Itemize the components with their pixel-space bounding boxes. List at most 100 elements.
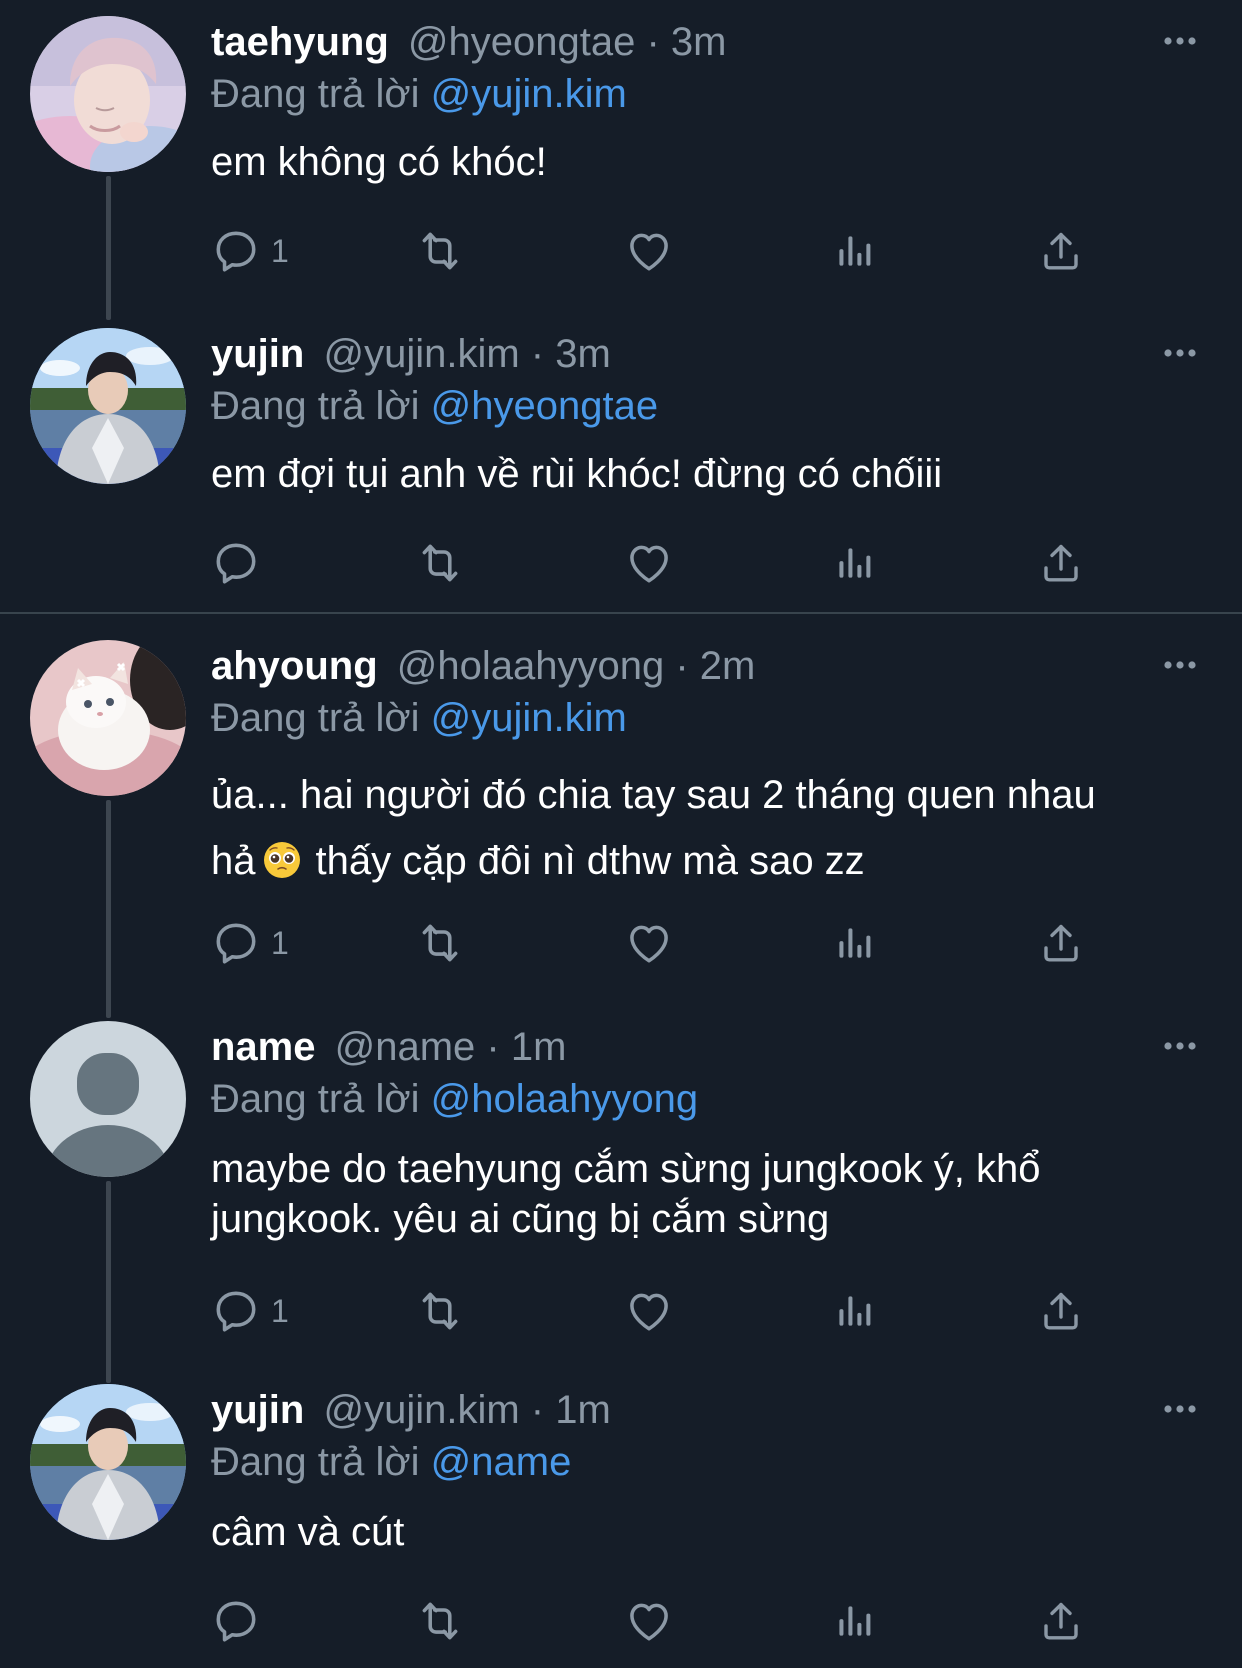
replying-to-label: Đang trả lời — [211, 72, 420, 116]
more-icon[interactable] — [1160, 650, 1200, 680]
tweet-text: maybe do taehyung cắm sừng jungkook ý, k… — [211, 1144, 1211, 1244]
reply-icon — [211, 1286, 261, 1336]
like-button[interactable] — [624, 1591, 674, 1651]
retweet-icon — [415, 1596, 465, 1646]
reply-button[interactable]: 1 — [211, 221, 289, 281]
views-button[interactable] — [833, 1281, 877, 1341]
avatar[interactable] — [30, 1384, 186, 1540]
share-icon — [1037, 1287, 1085, 1335]
views-icon — [833, 1289, 877, 1333]
like-icon — [624, 538, 674, 588]
replying-to: Đang trả lời @holaahyyong — [211, 1075, 698, 1123]
handle-and-time: @holaahyyong · 2m — [396, 644, 756, 688]
display-name[interactable]: taehyung — [211, 20, 389, 64]
tweet-text-line: câm và cút — [211, 1510, 405, 1554]
retweet-button[interactable] — [415, 1591, 465, 1651]
like-button[interactable] — [624, 533, 674, 593]
mention-link[interactable]: @holaahyyong — [431, 1077, 698, 1121]
reply-button[interactable]: 1 — [211, 1281, 289, 1341]
share-button[interactable] — [1037, 533, 1085, 593]
tweet-text: ủa... hai người đó chia tay sau 2 tháng … — [211, 762, 1211, 894]
more-icon[interactable] — [1160, 338, 1200, 368]
share-button[interactable] — [1037, 1281, 1085, 1341]
display-name[interactable]: ahyoung — [211, 644, 378, 688]
reply-icon — [211, 1596, 261, 1646]
tweet-text-fragment: hả — [211, 839, 256, 883]
thread-line — [106, 176, 111, 320]
views-button[interactable] — [833, 913, 877, 973]
share-button[interactable] — [1037, 221, 1085, 281]
tweet-header: yujin @yujin.kim · 1m — [211, 1386, 611, 1434]
tweet-text-fragment: thấy cặp đôi nì dthw mà sao zz — [315, 839, 865, 883]
avatar[interactable] — [30, 1021, 186, 1177]
views-icon — [833, 921, 877, 965]
retweet-button[interactable] — [415, 533, 465, 593]
tweet-text-line: jungkook. yêu ai cũng bị cắm sừng — [211, 1197, 830, 1241]
mention-link[interactable]: @yujin.kim — [431, 72, 627, 116]
views-icon — [833, 229, 877, 273]
share-button[interactable] — [1037, 1591, 1085, 1651]
retweet-button[interactable] — [415, 221, 465, 281]
replying-to: Đang trả lời @hyeongtae — [211, 382, 658, 430]
reply-icon — [211, 538, 261, 588]
views-button[interactable] — [833, 221, 877, 281]
handle-and-time: @name · 1m — [334, 1025, 567, 1069]
retweet-icon — [415, 226, 465, 276]
views-icon — [833, 1599, 877, 1643]
retweet-button[interactable] — [415, 1281, 465, 1341]
reply-count: 1 — [271, 1292, 289, 1329]
tweet-header: ahyoung @holaahyyong · 2m — [211, 642, 755, 690]
action-bar — [211, 1591, 1111, 1651]
retweet-icon — [415, 918, 465, 968]
views-button[interactable] — [833, 1591, 877, 1651]
mention-link[interactable]: @hyeongtae — [431, 384, 658, 428]
more-icon[interactable] — [1160, 26, 1200, 56]
like-button[interactable] — [624, 221, 674, 281]
tweet-text-line: em đợi tụi anh về rùi khóc! đừng có chối… — [211, 452, 943, 496]
thread-line — [106, 800, 111, 1018]
tweet-text: em đợi tụi anh về rùi khóc! đừng có chối… — [211, 448, 1211, 500]
share-button[interactable] — [1037, 913, 1085, 973]
tweet-text-line: hả thấy cặp đôi nì dthw mà sao zz — [211, 828, 1211, 894]
reply-icon — [211, 918, 261, 968]
tweet-text-line: em không có khóc! — [211, 140, 547, 184]
replying-to: Đang trả lời @yujin.kim — [211, 70, 627, 118]
tweet-text: câm và cút — [211, 1506, 1211, 1558]
display-name[interactable]: yujin — [211, 1388, 304, 1432]
pleading-face-emoji — [262, 840, 302, 880]
reply-button[interactable]: 1 — [211, 913, 289, 973]
action-bar — [211, 533, 1111, 593]
views-button[interactable] — [833, 533, 877, 593]
mention-link[interactable]: @yujin.kim — [431, 696, 627, 740]
replying-to-label: Đang trả lời — [211, 1077, 420, 1121]
reply-button[interactable] — [211, 1591, 271, 1651]
action-bar: 1 — [211, 221, 1111, 281]
mention-link[interactable]: @name — [431, 1440, 572, 1484]
conversation-separator — [0, 612, 1242, 614]
thread-line — [106, 1181, 111, 1383]
like-button[interactable] — [624, 1281, 674, 1341]
display-name[interactable]: yujin — [211, 332, 304, 376]
more-icon[interactable] — [1160, 1031, 1200, 1061]
replying-to: Đang trả lời @yujin.kim — [211, 694, 627, 742]
avatar[interactable] — [30, 328, 186, 484]
like-icon — [624, 226, 674, 276]
display-name[interactable]: name — [211, 1025, 316, 1069]
avatar[interactable] — [30, 640, 186, 796]
tweet-text-line: maybe do taehyung cắm sừng jungkook ý, k… — [211, 1147, 1041, 1191]
like-button[interactable] — [624, 913, 674, 973]
views-icon — [833, 541, 877, 585]
replying-to-label: Đang trả lời — [211, 1440, 420, 1484]
tweet-header: taehyung @hyeongtae · 3m — [211, 18, 726, 66]
replying-to-label: Đang trả lời — [211, 384, 420, 428]
handle-and-time: @hyeongtae · 3m — [407, 20, 727, 64]
reply-count: 1 — [271, 924, 289, 961]
action-bar: 1 — [211, 1281, 1111, 1341]
avatar[interactable] — [30, 16, 186, 172]
share-icon — [1037, 1597, 1085, 1645]
replying-to: Đang trả lời @name — [211, 1438, 571, 1486]
more-icon[interactable] — [1160, 1394, 1200, 1424]
reply-button[interactable] — [211, 533, 271, 593]
reply-count: 1 — [271, 232, 289, 269]
retweet-button[interactable] — [415, 913, 465, 973]
